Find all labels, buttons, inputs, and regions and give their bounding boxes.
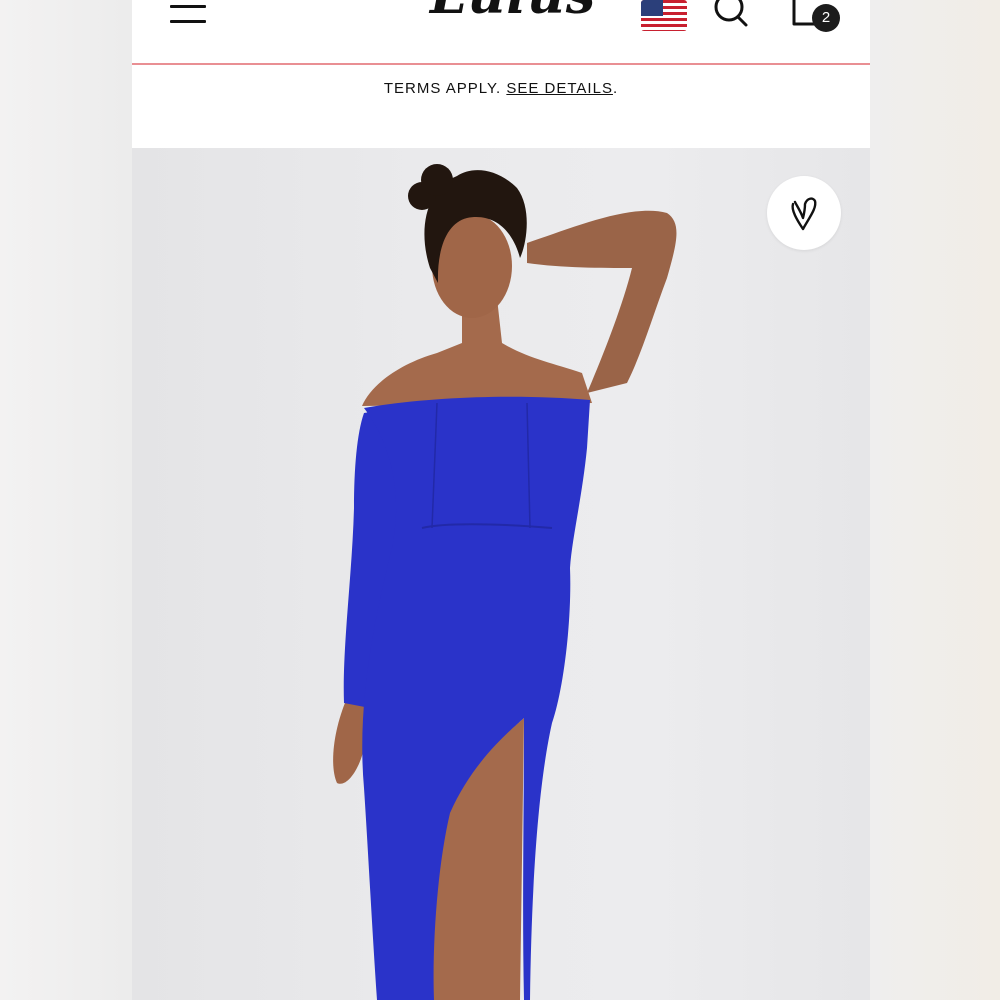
see-details-link[interactable]: SEE DETAILS bbox=[506, 80, 613, 97]
app-page: Lulus 2 TERMS APPLY. SEE DETAILS. bbox=[132, 0, 870, 1000]
us-flag-icon[interactable] bbox=[641, 0, 687, 31]
promo-text: TERMS APPLY. bbox=[383, 80, 507, 97]
product-image[interactable] bbox=[132, 148, 870, 1000]
site-header: Lulus 2 bbox=[132, 0, 870, 65]
cart-button[interactable]: 2 bbox=[790, 0, 842, 34]
brand-logo[interactable]: Lulus bbox=[430, 0, 596, 22]
menu-button[interactable] bbox=[170, 2, 206, 26]
search-icon bbox=[714, 0, 748, 27]
model-photo bbox=[333, 164, 677, 1000]
promo-banner: TERMS APPLY. SEE DETAILS. bbox=[132, 80, 870, 97]
cart-count-badge: 2 bbox=[812, 4, 840, 32]
promo-suffix: . bbox=[612, 80, 619, 97]
search-button[interactable] bbox=[712, 0, 752, 28]
wishlist-button[interactable] bbox=[767, 176, 841, 250]
hamburger-menu-icon bbox=[170, 5, 206, 8]
heart-icon bbox=[791, 197, 817, 231]
